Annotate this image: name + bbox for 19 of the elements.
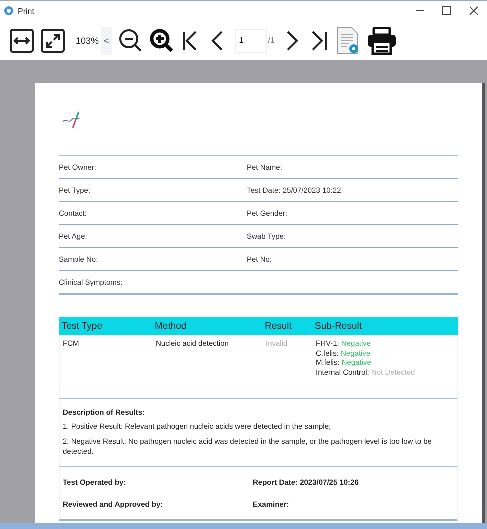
zoom-in-icon[interactable] (150, 28, 174, 52)
column-header: Method (155, 320, 188, 332)
zoom-value: 103% (76, 36, 100, 46)
page-number-field[interactable]: 1 (235, 28, 268, 52)
column-header: Test Type (62, 320, 104, 332)
column-header: Result (265, 320, 293, 332)
horizontal-scrollbar[interactable] (0, 523, 487, 529)
maximize-icon[interactable] (442, 6, 452, 16)
fit-page-icon[interactable] (41, 28, 65, 52)
print-icon[interactable] (366, 26, 397, 54)
app-icon (4, 6, 14, 16)
fit-width-icon[interactable] (10, 28, 34, 52)
zoom-dropdown-button[interactable]: < (101, 26, 112, 54)
column-header: Sub-Result (315, 320, 362, 332)
page-count: /1 (268, 36, 275, 45)
zoom-out-icon[interactable] (119, 28, 144, 52)
window-title: Print (18, 6, 36, 16)
close-icon[interactable] (469, 6, 479, 16)
page-setup-icon[interactable] (336, 26, 360, 54)
